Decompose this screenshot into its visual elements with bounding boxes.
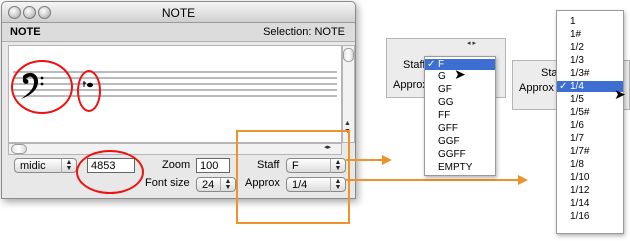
- approx-menu-item[interactable]: 1/7#: [557, 146, 623, 157]
- approx-menu-item[interactable]: 1/2: [557, 42, 623, 53]
- staff-menu-item[interactable]: EMPTY: [425, 162, 495, 173]
- vertical-scrollbar[interactable]: ▲ ▼: [342, 45, 355, 143]
- vertical-scroll-thumb[interactable]: [343, 48, 354, 62]
- popup-scroll-arrows-icon: ◂ ▸: [467, 40, 476, 47]
- check-icon: ✓: [559, 81, 568, 92]
- staff-menu-item[interactable]: GGF: [425, 136, 495, 147]
- fontsize-label: Font size: [145, 177, 190, 189]
- approx-menu-item[interactable]: 1/3: [557, 55, 623, 66]
- mouse-pointer-icon: ➤: [614, 86, 626, 102]
- staff-menu-item[interactable]: GG: [425, 97, 495, 108]
- approx-menu-item[interactable]: 1/5#: [557, 107, 623, 118]
- approx-menu-item[interactable]: 1/3#: [557, 68, 623, 79]
- clef-highlight: [11, 60, 73, 114]
- staff-menu-item[interactable]: FF: [425, 110, 495, 121]
- popup-approx-label: Approx: [393, 79, 428, 91]
- fontsize-select-value: 24: [202, 179, 215, 191]
- popup2-approx-label: Approx: [519, 82, 554, 94]
- editor-header: NOTE Selection: NOTE: [2, 23, 355, 42]
- staff-menu-item[interactable]: GGFF: [425, 149, 495, 160]
- approx-menu-item[interactable]: 1/10: [557, 172, 623, 183]
- staff-menu-item[interactable]: GFF: [425, 123, 495, 134]
- approx-menu-item[interactable]: 1: [557, 16, 623, 27]
- staff-menu-item[interactable]: GF: [425, 84, 495, 95]
- approx-menu-item[interactable]: 1/6: [557, 120, 623, 131]
- selection-label: Selection: NOTE: [263, 26, 345, 38]
- chevron-updown-icon: ▲ ▼: [61, 159, 76, 173]
- check-icon: ✓: [427, 59, 436, 70]
- mouse-pointer-icon: ➤: [454, 66, 466, 82]
- title-bar[interactable]: NOTE: [2, 2, 355, 23]
- zoom-field[interactable]: 100: [196, 158, 230, 173]
- approx-menu[interactable]: 1 1# 1/2 1/3 1/3# ✓ 1/4 1/5 1/5# 1/6 1/7 …: [556, 10, 624, 234]
- note-highlight: [77, 70, 101, 112]
- approx-menu-item[interactable]: 1#: [557, 29, 623, 40]
- approx-menu-item[interactable]: 1/8: [557, 159, 623, 170]
- approx-menu-item[interactable]: 1/12: [557, 185, 623, 196]
- staff-approx-callout: [236, 130, 350, 224]
- zoom-label: Zoom: [162, 159, 191, 171]
- fontsize-select[interactable]: 24 ▲ ▼: [196, 177, 236, 192]
- value-field-highlight: [76, 150, 144, 194]
- mode-select-value: midic: [20, 160, 46, 172]
- horizontal-scroll-thumb[interactable]: [11, 144, 27, 154]
- popup-staff-label: Staff: [403, 59, 426, 71]
- approx-menu-item[interactable]: 1/14: [557, 198, 623, 209]
- mode-select[interactable]: midic ▲ ▼: [14, 158, 77, 173]
- approx-menu-item[interactable]: 1/16: [557, 211, 623, 222]
- header-title: NOTE: [10, 26, 41, 38]
- chevron-updown-icon: ▲ ▼: [220, 178, 235, 192]
- approx-menu-item[interactable]: 1/7: [557, 133, 623, 144]
- window-title: NOTE: [161, 6, 196, 20]
